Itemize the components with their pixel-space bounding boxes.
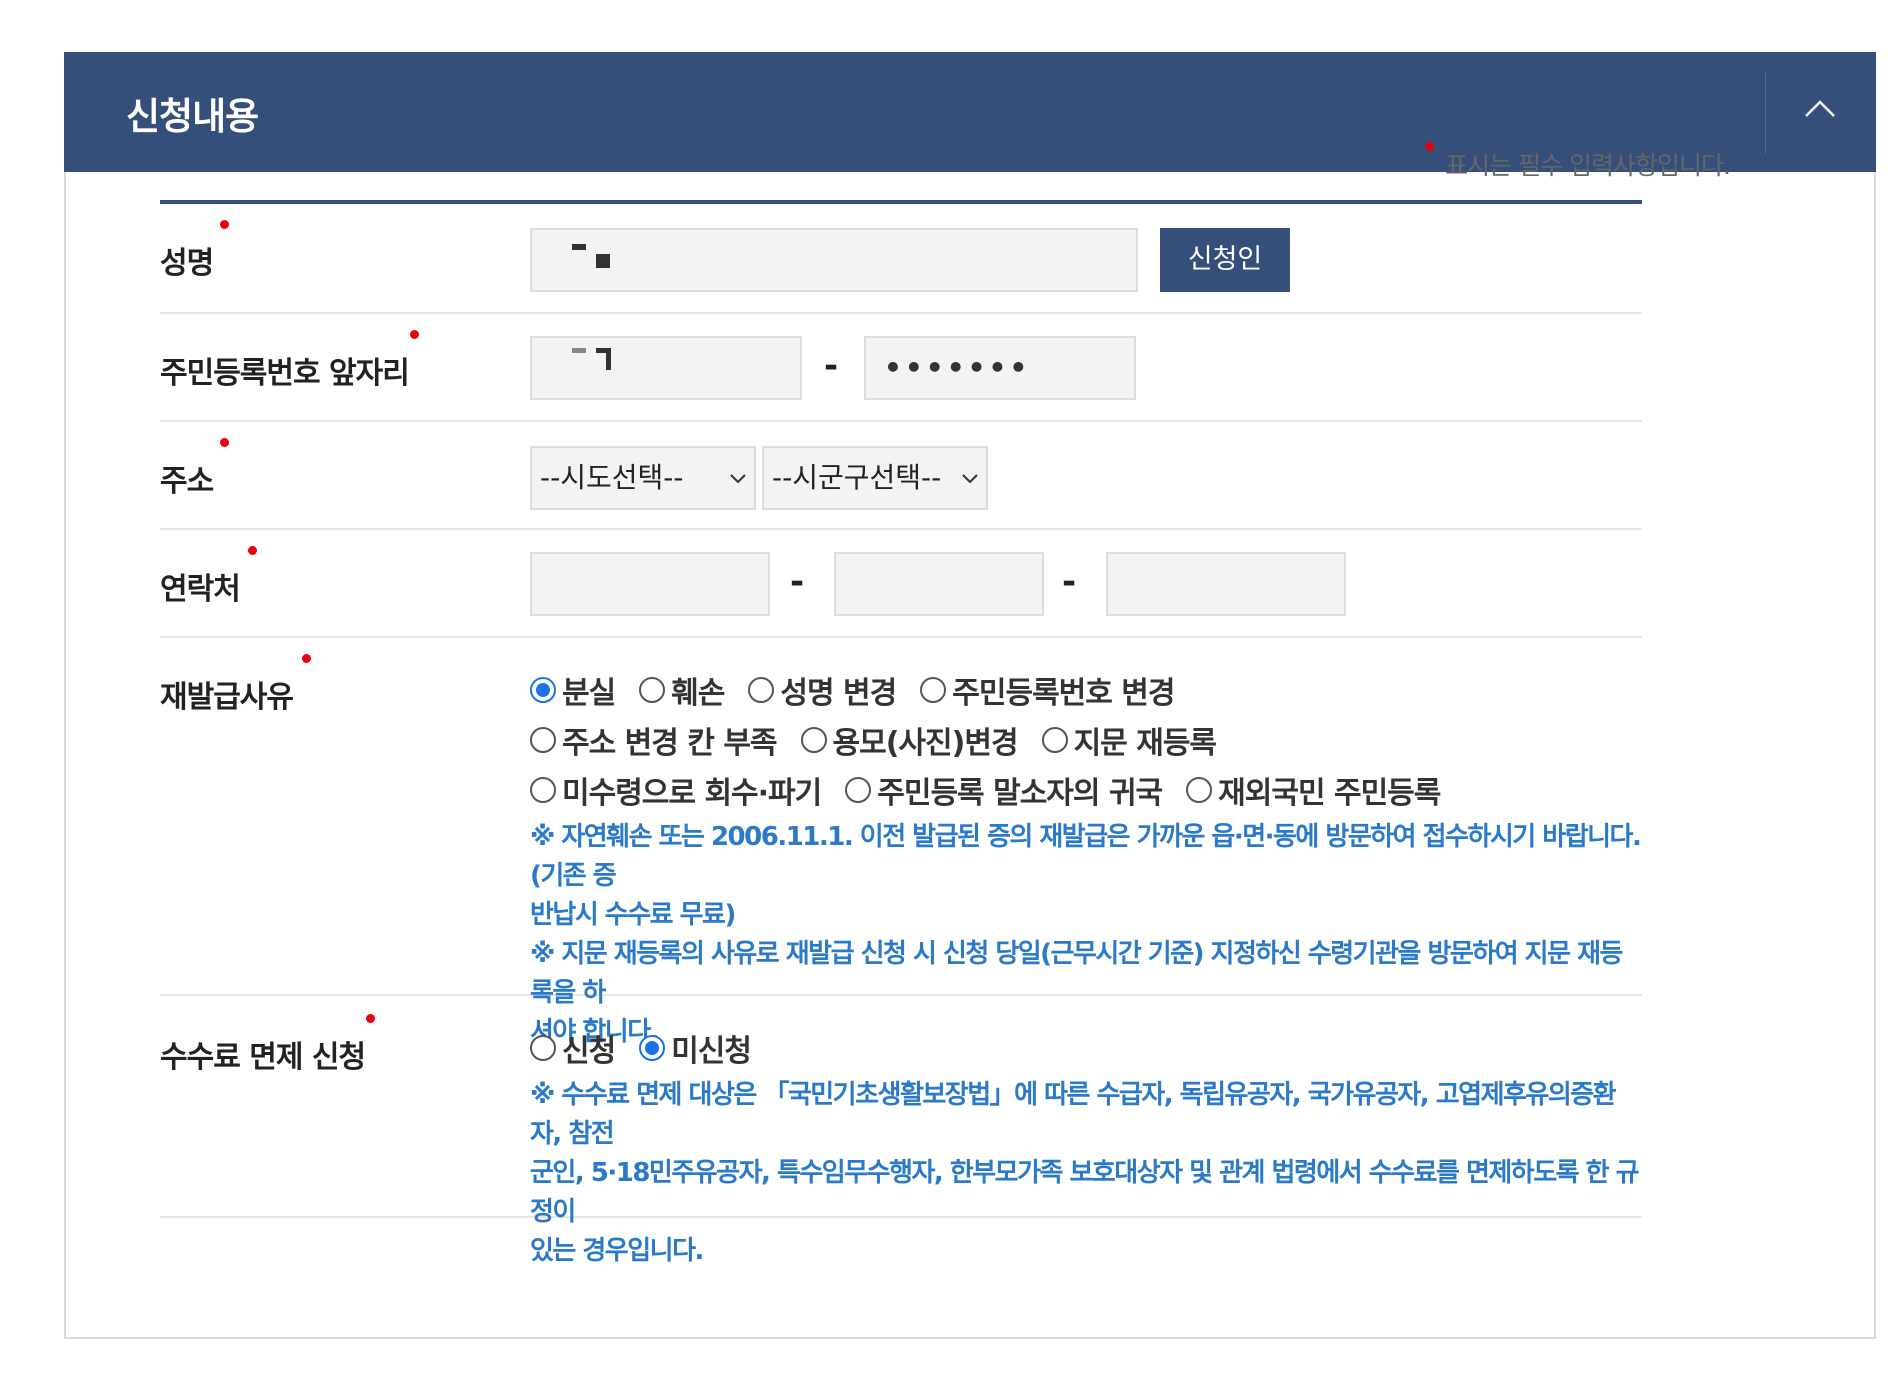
panel-title: 신청내용: [126, 95, 259, 138]
label-rrn: 주민등록번호 앞자리: [160, 330, 419, 392]
reason-options-line-2: 주소 변경 칸 부족 용모(사진)변경 지문 재등록: [530, 718, 1240, 762]
phone-dash-1: -: [790, 562, 805, 602]
label-address: 주소: [160, 438, 229, 500]
phone-part2-input[interactable]: [834, 552, 1044, 616]
rrn-back-input[interactable]: •••••••: [864, 336, 1136, 400]
required-dot-icon: [248, 546, 257, 555]
label-reason: 재발급사유: [160, 654, 311, 716]
radio-checked-icon: [530, 677, 556, 703]
reason-option-label: 주소 변경 칸 부족: [562, 726, 778, 761]
phone-part1-input[interactable]: [530, 552, 770, 616]
sido-select[interactable]: --시도선택--: [530, 446, 756, 510]
label-name: 성명: [160, 220, 229, 282]
sigungu-select-value: --시군구선택--: [772, 461, 942, 494]
fee-notice-line: ※ 수수료 면제 대상은 「국민기초생활보장법」에 따른 수급자, 독립유공자,…: [530, 1080, 1617, 1149]
redacted-text: [572, 244, 586, 250]
label-contact: 연락처: [160, 546, 257, 608]
reason-options-line-3: 미수령으로 회수·파기 주민등록 말소자의 귀국 재외국민 주민등록: [530, 768, 1464, 812]
reason-radio-damage[interactable]: 훼손: [639, 668, 725, 712]
label-rrn-text: 주민등록번호 앞자리: [160, 356, 410, 391]
radio-unchecked-icon: [920, 677, 947, 703]
row-reissue-reason: 재발급사유 분실 훼손 성명 변경 주민등록번호 변경 주소 변경 칸 부족 용…: [160, 638, 1642, 1047]
chevron-down-icon: [962, 474, 978, 484]
radio-checked-icon: [639, 1035, 666, 1061]
reason-notice-line: 반납시 수수료 무료): [530, 900, 736, 930]
reason-option-label: 주민등록 말소자의 귀국: [877, 776, 1163, 811]
sigungu-select[interactable]: --시군구선택--: [762, 446, 988, 510]
fee-notice-line: 있는 경우입니다.: [530, 1236, 704, 1266]
radio-unchecked-icon: [1041, 727, 1068, 753]
reason-option-label: 지문 재등록: [1073, 726, 1217, 761]
phone-dash-2: -: [1062, 562, 1077, 602]
redacted-text: [606, 348, 611, 370]
radio-unchecked-icon: [845, 777, 872, 803]
reason-radio-fingerprint[interactable]: 지문 재등록: [1041, 718, 1217, 762]
label-fee: 수수료 면제 신청: [160, 1014, 375, 1076]
required-dot-icon: [220, 220, 229, 229]
reason-option-label: 용모(사진)변경: [832, 726, 1019, 761]
redacted-text: [572, 348, 586, 353]
reason-options-line-1: 분실 훼손 성명 변경 주민등록번호 변경: [530, 668, 1199, 712]
chevron-down-icon: [730, 474, 746, 484]
fee-option-label: 미신청: [671, 1034, 752, 1069]
rrn-dash: -: [824, 346, 839, 386]
row-fee-exemption: 수수료 면제 신청 신청 미신청 ※ 수수료 면제 대상은 「국민기초생활보장법…: [160, 996, 1642, 1266]
required-dot-icon: [410, 330, 419, 339]
radio-unchecked-icon: [530, 1035, 556, 1061]
fee-notice-line: 군인, 5·18민주유공자, 특수임무수행자, 한부모가족 보호대상자 및 관계…: [530, 1158, 1640, 1227]
reason-option-label: 성명 변경: [780, 676, 897, 711]
chevron-up-icon: [1805, 100, 1835, 117]
radio-unchecked-icon: [748, 677, 775, 703]
reason-radio-rrn-change[interactable]: 주민등록번호 변경: [920, 668, 1176, 712]
redacted-text: [596, 254, 610, 268]
reason-option-label: 미수령으로 회수·파기: [562, 776, 822, 811]
row-rrn: 주민등록번호 앞자리 - •••••••: [160, 314, 1642, 422]
required-dot-icon: [302, 654, 311, 663]
radio-unchecked-icon: [639, 677, 666, 703]
reason-radio-address-full[interactable]: 주소 변경 칸 부족: [530, 718, 778, 762]
application-form: 성명 신청인 주민등록번호 앞자리 - ••••••• 주소 --시도선택--: [160, 200, 1642, 1266]
fee-notice: ※ 수수료 면제 대상은 「국민기초생활보장법」에 따른 수급자, 독립유공자,…: [530, 1076, 1642, 1271]
radio-unchecked-icon: [530, 727, 556, 753]
fee-radio-not-apply[interactable]: 미신청: [639, 1026, 752, 1070]
reason-radio-photo-change[interactable]: 용모(사진)변경: [800, 718, 1019, 762]
label-fee-text: 수수료 면제 신청: [160, 1040, 366, 1075]
radio-unchecked-icon: [800, 727, 827, 753]
label-contact-text: 연락처: [160, 572, 241, 607]
radio-unchecked-icon: [530, 777, 556, 803]
fee-radio-apply[interactable]: 신청: [530, 1026, 616, 1070]
reason-option-label: 훼손: [671, 676, 725, 711]
label-name-text: 성명: [160, 246, 214, 281]
fee-option-label: 신청: [562, 1034, 616, 1069]
radio-unchecked-icon: [1186, 777, 1213, 803]
reason-radio-name-change[interactable]: 성명 변경: [748, 668, 897, 712]
reason-option-label: 분실: [562, 676, 616, 711]
reason-option-label: 재외국민 주민등록: [1218, 776, 1441, 811]
reason-radio-return[interactable]: 주민등록 말소자의 귀국: [845, 768, 1163, 812]
reason-notice-line: ※ 자연훼손 또는 2006.11.1. 이전 발급된 증의 재발급은 가까운 …: [530, 822, 1642, 891]
rrn-front-input[interactable]: [530, 336, 802, 400]
collapse-button[interactable]: [1766, 52, 1876, 172]
label-reason-text: 재발급사유: [160, 680, 294, 715]
label-address-text: 주소: [160, 464, 214, 499]
required-dot-icon: [366, 1014, 375, 1023]
required-dot-icon: [220, 438, 229, 447]
row-contact: 연락처 - -: [160, 530, 1642, 638]
required-note-text: 표시는 필수 입력사항입니다.: [1445, 151, 1731, 180]
row-name: 성명 신청인: [160, 204, 1642, 314]
row-address: 주소 --시도선택-- --시군구선택--: [160, 422, 1642, 530]
phone-part3-input[interactable]: [1106, 552, 1346, 616]
reason-option-label: 주민등록번호 변경: [952, 676, 1175, 711]
sido-select-value: --시도선택--: [540, 461, 684, 494]
reason-radio-overseas[interactable]: 재외국민 주민등록: [1186, 768, 1441, 812]
name-input[interactable]: [530, 228, 1138, 292]
applicant-button[interactable]: 신청인: [1160, 228, 1290, 292]
required-note: 표시는 필수 입력사항입니다.: [1425, 142, 1731, 182]
fee-options: 신청 미신청: [530, 1026, 775, 1070]
reason-radio-uncollected[interactable]: 미수령으로 회수·파기: [530, 768, 822, 812]
reason-radio-loss[interactable]: 분실: [530, 668, 616, 712]
